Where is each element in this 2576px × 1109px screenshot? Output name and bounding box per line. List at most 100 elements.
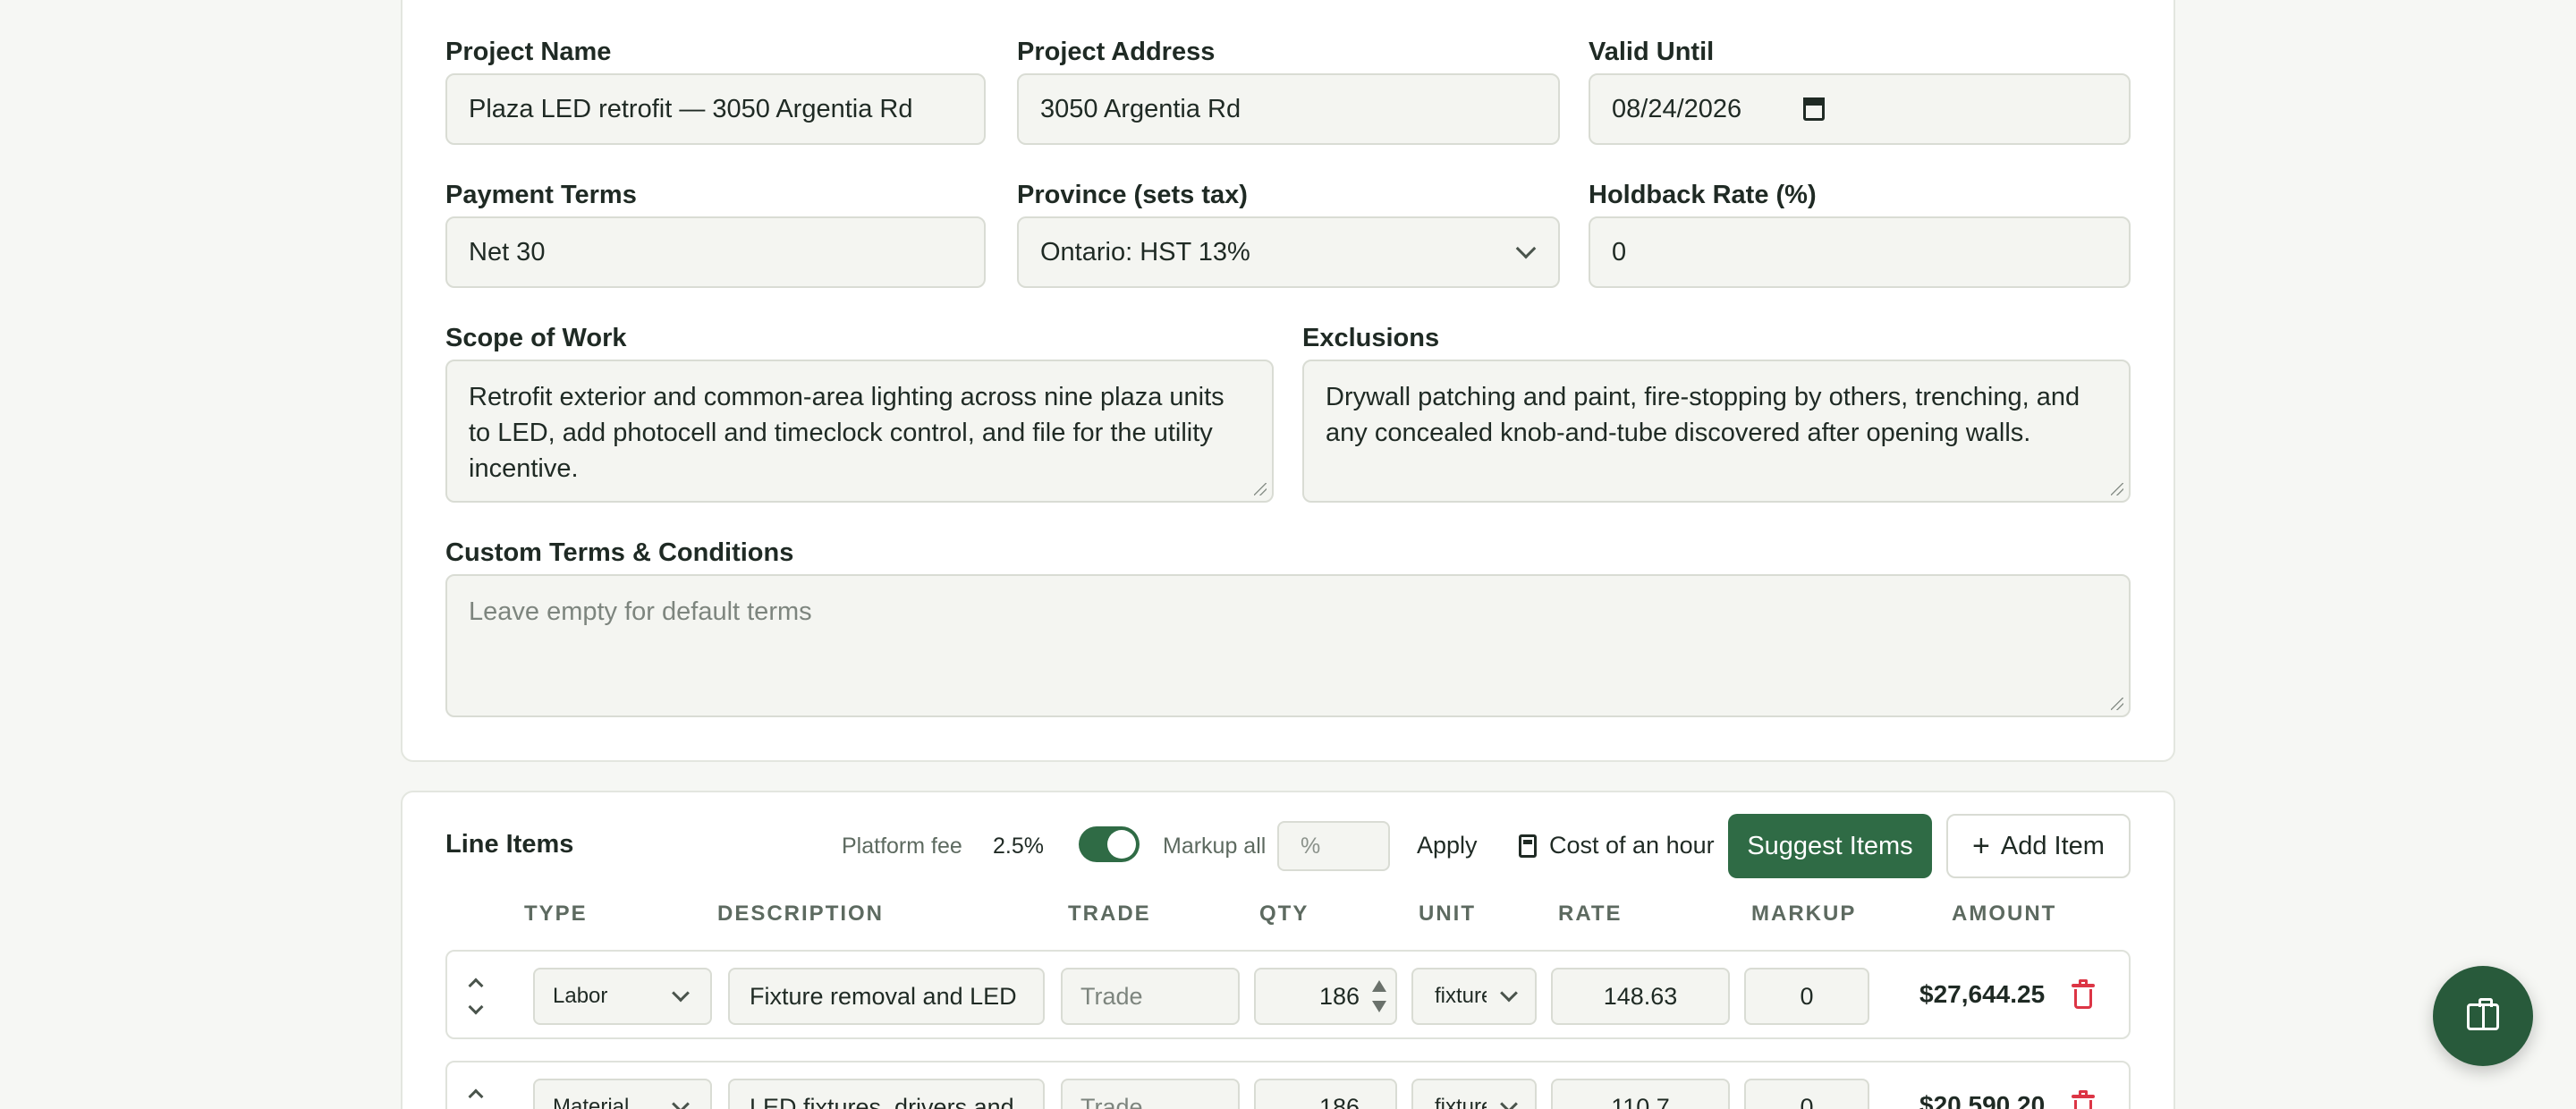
custom-terms-placeholder: Leave empty for default terms [469,597,812,626]
add-item-button[interactable]: + Add Item [1946,814,2131,878]
col-header-markup: MARKUP [1751,902,1857,926]
project-address-input[interactable]: 3050 Argentia Rd [1017,73,1560,145]
markup-all-placeholder: % [1301,833,1321,859]
col-header-qty: QTY [1259,902,1309,926]
gift-box-fab-button[interactable] [2433,966,2533,1066]
description-value: LED fixtures, drivers and [750,1093,1014,1109]
markup-all-input[interactable]: % [1277,821,1390,871]
valid-until-date-input[interactable]: 08/24/2026 [1589,73,2131,145]
amount-value: $27,644.25 [1919,980,2046,1008]
chevron-down-icon [672,1095,690,1109]
holdback-value: 0 [1612,237,1627,267]
project-address-value: 3050 Argentia Rd [1040,94,1241,123]
resize-grip-icon[interactable] [2111,698,2123,710]
line-items-title: Line Items [445,830,574,859]
suggest-items-label: Suggest Items [1747,831,1913,860]
calendar-icon[interactable] [1803,97,1825,121]
markup-input[interactable]: 0 [1744,968,1869,1025]
apply-markup-button[interactable]: Apply [1417,832,1478,859]
trash-lid [2072,984,2095,987]
chevron-down-icon [1500,1095,1518,1109]
col-header-description: DESCRIPTION [717,902,885,926]
type-select[interactable]: Material [533,1079,712,1109]
platform-fee-label: Platform fee [842,834,962,859]
project-address-label: Project Address [1017,38,1216,66]
chevron-down-icon [672,984,690,1003]
unit-select[interactable]: fixture [1411,968,1537,1025]
trash-icon[interactable] [2072,1090,2095,1109]
rate-input[interactable]: 148.63 [1551,968,1730,1025]
unit-value: fixture [1435,1095,1487,1109]
exclusions-textarea[interactable]: Drywall patching and paint, fire-stoppin… [1302,360,2131,503]
reorder-arrows-icon[interactable] [465,1086,487,1109]
holdback-label: Holdback Rate (%) [1589,181,1817,209]
chevron-down-icon [1515,238,1537,259]
apply-label: Apply [1417,832,1478,859]
trash-bin [2074,989,2092,1009]
exclusions-label: Exclusions [1302,324,1440,352]
trade-placeholder: Trade [1080,982,1143,1010]
province-select[interactable]: Ontario: HST 13% [1017,216,1560,288]
cost-of-hour-button[interactable]: Cost of an hour [1519,832,1715,859]
move-up-icon[interactable] [468,1088,484,1105]
col-header-trade: TRADE [1068,902,1151,926]
markup-all-label: Markup all [1163,834,1267,859]
qty-input[interactable]: 186 [1254,1079,1397,1109]
custom-terms-textarea[interactable]: Leave empty for default terms [445,574,2131,717]
calculator-icon [1519,834,1537,858]
resize-grip-icon[interactable] [2111,483,2123,495]
scope-value: Retrofit exterior and common-area lighti… [469,383,1224,483]
move-up-icon[interactable] [468,978,484,994]
qty-input[interactable]: 186 [1254,968,1397,1025]
custom-terms-label: Custom Terms & Conditions [445,538,794,567]
col-header-unit: UNIT [1419,902,1476,926]
rate-input[interactable]: 110.7 [1551,1079,1730,1109]
province-label: Province (sets tax) [1017,181,1248,209]
trade-input[interactable]: Trade [1061,1079,1240,1109]
move-down-icon[interactable] [468,999,484,1015]
project-name-value: Plaza LED retrofit — 3050 Argentia Rd [469,94,913,123]
trash-bin [2074,1100,2092,1109]
project-name-label: Project Name [445,38,612,66]
valid-until-value: 08/24/2026 [1612,94,1742,123]
trade-placeholder: Trade [1080,1093,1143,1109]
markup-input[interactable]: 0 [1744,1079,1869,1109]
exclusions-value: Drywall patching and paint, fire-stoppin… [1326,383,2080,447]
col-header-rate: RATE [1558,902,1623,926]
description-input[interactable]: Fixture removal and LED [728,968,1045,1025]
description-input[interactable]: LED fixtures, drivers and [728,1079,1045,1109]
province-value: Ontario: HST 13% [1040,237,1250,267]
markup-value: 0 [1800,982,1814,1010]
reorder-arrows-icon[interactable] [465,975,487,1018]
platform-fee-toggle[interactable] [1079,826,1140,862]
scope-textarea[interactable]: Retrofit exterior and common-area lighti… [445,360,1274,503]
trash-lid [2072,1095,2095,1098]
plus-icon: + [1972,829,1990,863]
rate-value: 110.7 [1611,1093,1670,1109]
rate-value: 148.63 [1603,982,1678,1010]
platform-fee-value: 2.5% [993,834,1044,859]
trade-input[interactable]: Trade [1061,968,1240,1025]
add-item-label: Add Item [2000,831,2105,860]
type-select[interactable]: Labor [533,968,712,1025]
payment-terms-value: Net 30 [469,237,546,267]
suggest-items-button[interactable]: Suggest Items [1728,814,1932,878]
resize-grip-icon[interactable] [1254,483,1267,495]
table-row: Labor Fixture removal and LED Trade 186 … [445,950,2131,1039]
valid-until-label: Valid Until [1589,38,1715,66]
qty-value: 186 [1318,1093,1360,1109]
type-value: Labor [553,984,608,1008]
payment-terms-label: Payment Terms [445,181,637,209]
unit-select[interactable]: fixture [1411,1079,1537,1109]
payment-terms-input[interactable]: Net 30 [445,216,986,288]
trash-icon[interactable] [2072,979,2095,1009]
gift-box-icon [2467,998,2499,1030]
cost-of-hour-label: Cost of an hour [1549,832,1715,859]
project-name-input[interactable]: Plaza LED retrofit — 3050 Argentia Rd [445,73,986,145]
stepper-icon[interactable] [1372,980,1386,1012]
scope-label: Scope of Work [445,324,627,352]
holdback-input[interactable]: 0 [1589,216,2131,288]
unit-value: fixture [1435,984,1487,1008]
col-header-type: TYPE [524,902,588,926]
description-value: Fixture removal and LED [750,982,1017,1010]
